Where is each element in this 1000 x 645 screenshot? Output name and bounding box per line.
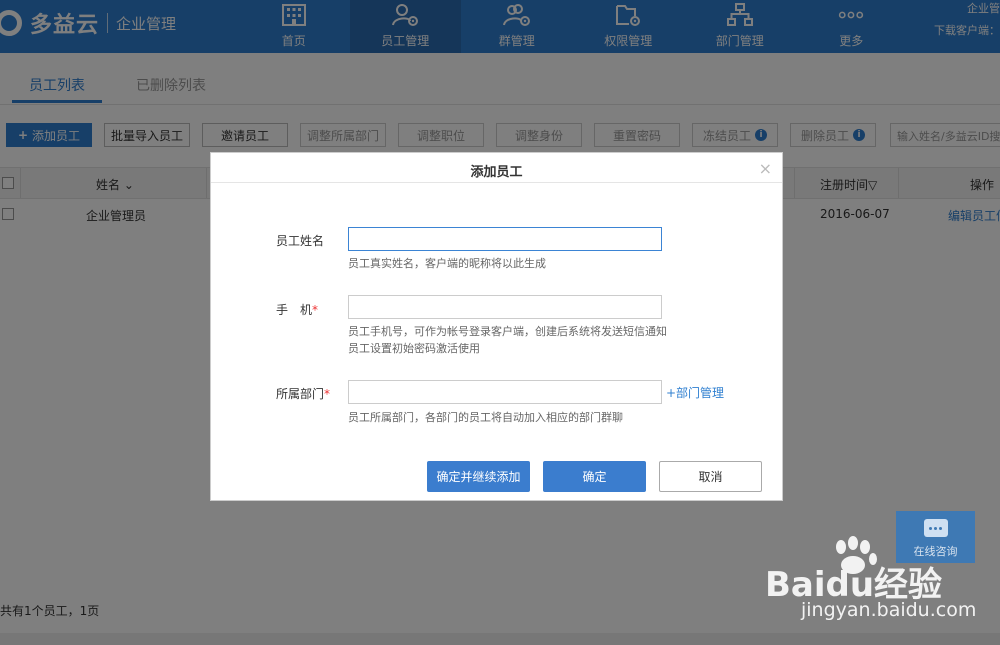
add-employee-dialog: 添加员工 × 员工姓名 员工真实姓名，客户端的昵称将以此生成 手 机* 员工手机… (210, 152, 783, 501)
close-icon[interactable]: × (759, 159, 772, 178)
employee-name-input[interactable] (348, 227, 662, 251)
department-field-label: 所属部门* (276, 385, 330, 402)
confirm-and-continue-button[interactable]: 确定并继续添加 (427, 461, 530, 492)
cancel-button[interactable]: 取消 (659, 461, 762, 492)
online-consult-widget[interactable]: 在线咨询 (896, 511, 975, 563)
phone-field-label: 手 机* (276, 301, 318, 318)
dialog-header: 添加员工 × (211, 153, 782, 183)
department-select[interactable] (348, 380, 662, 404)
chat-bubble-icon (923, 519, 948, 537)
required-mark: * (324, 387, 331, 401)
phone-label-text: 手 机 (276, 303, 313, 317)
department-field-hint: 员工所属部门，各部门的员工将自动加入相应的部门群聊 (348, 411, 623, 424)
department-label-text: 所属部门 (276, 387, 325, 401)
confirm-button[interactable]: 确定 (543, 461, 646, 492)
name-field-hint: 员工真实姓名，客户端的昵称将以此生成 (348, 257, 546, 270)
watermark-url: jingyan.baidu.com (801, 599, 977, 621)
phone-input[interactable] (348, 295, 662, 319)
name-field-label: 员工姓名 (276, 234, 325, 248)
dialog-title: 添加员工 (470, 165, 523, 180)
required-mark: * (312, 303, 319, 317)
phone-field-hint: 员工手机号，可作为帐号登录客户端，创建后系统将发送短信通知员工设置初始密码激活使… (348, 325, 667, 355)
department-management-link[interactable]: +部门管理 (666, 384, 724, 401)
